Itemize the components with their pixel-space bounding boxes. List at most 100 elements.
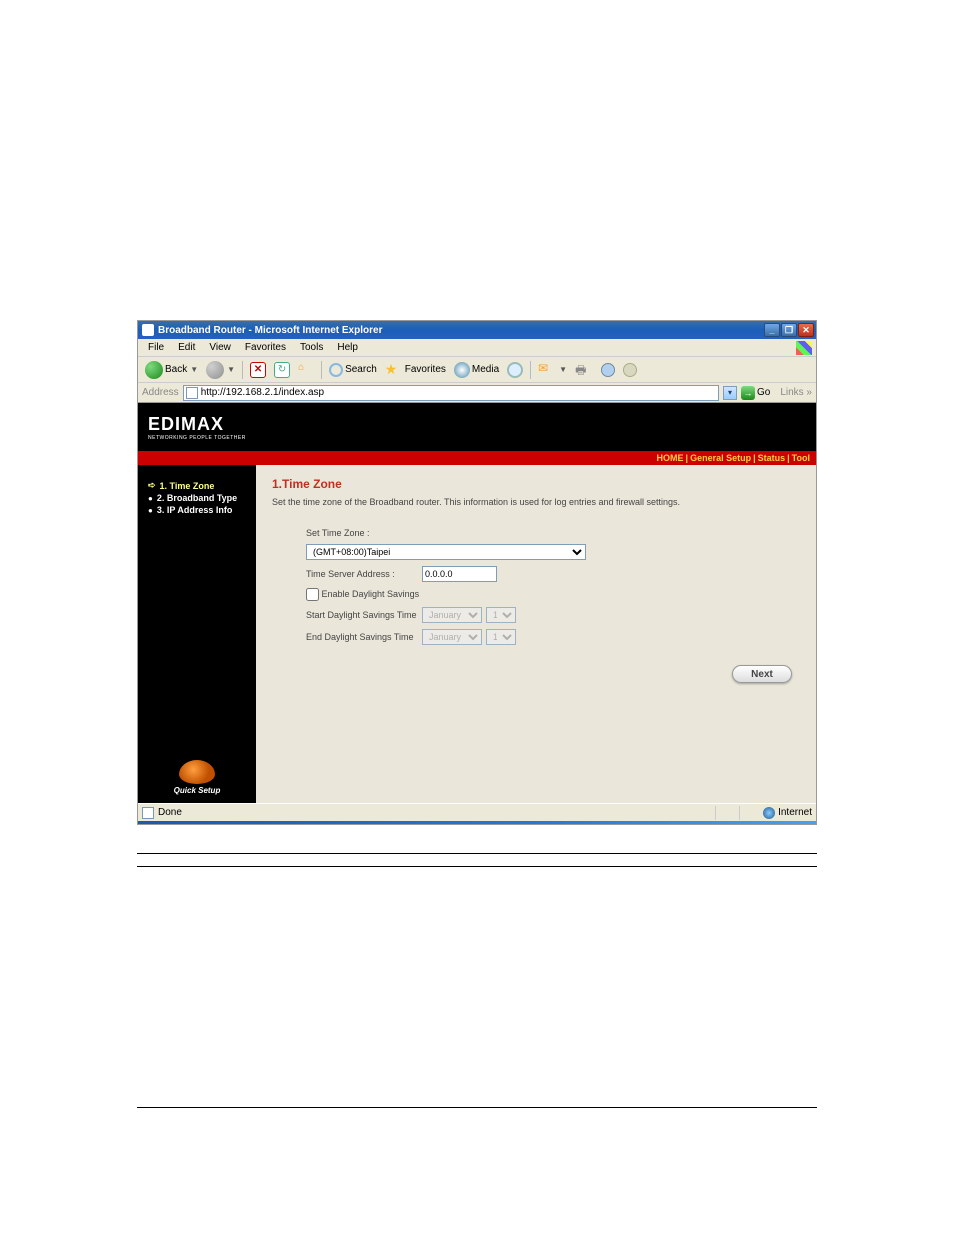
discuss-icon xyxy=(623,363,637,377)
maximize-button[interactable]: ❐ xyxy=(781,323,797,337)
favorites-button[interactable]: ★ Favorites xyxy=(382,359,449,381)
stop-button[interactable]: ✕ xyxy=(247,360,269,380)
internet-zone-icon xyxy=(763,807,775,819)
address-field[interactable]: http://192.168.2.1/index.asp xyxy=(183,385,719,401)
back-dropdown-icon[interactable]: ▼ xyxy=(190,365,198,374)
dst-end-day[interactable]: 1 xyxy=(486,629,516,645)
go-icon: → xyxy=(741,386,755,400)
address-url: http://192.168.2.1/index.asp xyxy=(201,387,324,398)
go-button[interactable]: → Go xyxy=(741,386,770,400)
dst-end-label: End Daylight Savings Time xyxy=(272,632,422,642)
page-separator xyxy=(137,866,817,867)
links-label[interactable]: Links » xyxy=(780,387,812,398)
refresh-icon: ↻ xyxy=(274,362,290,378)
page-description: Set the time zone of the Broadband route… xyxy=(272,497,800,507)
status-cell xyxy=(739,806,759,820)
quick-setup[interactable]: Quick Setup xyxy=(138,760,256,795)
search-button[interactable]: Search xyxy=(326,361,380,379)
status-text: Done xyxy=(158,807,182,818)
page-header: EDIMAX NETWORKING PEOPLE TOGETHER xyxy=(138,403,816,451)
page-content: EDIMAX NETWORKING PEOPLE TOGETHER HOME| … xyxy=(138,403,816,803)
next-button[interactable]: Next xyxy=(732,665,792,683)
nav-status[interactable]: Status xyxy=(758,453,786,463)
page-heading: 1.Time Zone xyxy=(272,477,800,491)
search-icon xyxy=(329,363,343,377)
media-icon xyxy=(454,362,470,378)
address-dropdown[interactable]: ▾ xyxy=(723,386,737,400)
time-server-input[interactable] xyxy=(422,566,497,582)
discuss-button[interactable] xyxy=(620,361,640,379)
ie-window: Broadband Router - Microsoft Internet Ex… xyxy=(137,320,817,825)
edit-icon xyxy=(601,363,615,377)
home-button[interactable]: ⌂ xyxy=(295,360,317,380)
page-separator xyxy=(137,853,817,854)
forward-dropdown-icon[interactable]: ▼ xyxy=(227,365,235,374)
star-icon: ★ xyxy=(385,361,403,379)
print-icon: 🖶 xyxy=(575,361,593,379)
sidebar-item-broadband[interactable]: 2. Broadband Type xyxy=(148,492,256,504)
sidebar: 1. Time Zone 2. Broadband Type 3. IP Add… xyxy=(138,465,256,803)
bullet-icon xyxy=(148,494,153,503)
history-button[interactable] xyxy=(504,360,526,380)
sidebar-item-ipaddress[interactable]: 3. IP Address Info xyxy=(148,504,256,516)
address-label: Address xyxy=(142,387,179,398)
status-cell xyxy=(715,806,735,820)
bullet-icon xyxy=(148,506,153,515)
main-panel: 1.Time Zone Set the time zone of the Bro… xyxy=(256,465,816,803)
quick-setup-icon xyxy=(179,760,215,784)
menu-favorites[interactable]: Favorites xyxy=(239,340,292,355)
menu-edit[interactable]: Edit xyxy=(172,340,201,355)
separator xyxy=(242,361,243,379)
nav-home[interactable]: HOME xyxy=(657,453,684,463)
forward-button[interactable]: ▼ xyxy=(203,359,238,381)
taskbar-edge xyxy=(138,821,816,824)
ie-icon xyxy=(142,324,154,336)
nav-tool[interactable]: Tool xyxy=(792,453,810,463)
menu-file[interactable]: File xyxy=(142,340,170,355)
nav-general[interactable]: General Setup xyxy=(690,453,751,463)
back-icon xyxy=(145,361,163,379)
home-icon: ⌂ xyxy=(298,362,314,378)
dst-start-day[interactable]: 1 xyxy=(486,607,516,623)
separator xyxy=(321,361,322,379)
address-bar: Address http://192.168.2.1/index.asp ▾ →… xyxy=(138,383,816,403)
close-button[interactable]: ✕ xyxy=(798,323,814,337)
dst-end-month[interactable]: January xyxy=(422,629,482,645)
history-icon xyxy=(507,362,523,378)
menu-bar: File Edit View Favorites Tools Help xyxy=(138,339,816,357)
page-icon xyxy=(186,387,198,399)
toolbar: Back ▼ ▼ ✕ ↻ ⌂ Search ★ Favorites Med xyxy=(138,357,816,383)
page-status-icon xyxy=(142,807,154,819)
forward-icon xyxy=(206,361,224,379)
server-label: Time Server Address : xyxy=(272,569,422,579)
separator xyxy=(530,361,531,379)
edit-button[interactable] xyxy=(598,361,618,379)
brand-logo: EDIMAX NETWORKING PEOPLE TOGETHER xyxy=(148,414,246,441)
dst-start-month[interactable]: January xyxy=(422,607,482,623)
refresh-button[interactable]: ↻ xyxy=(271,360,293,380)
dst-enable-checkbox[interactable] xyxy=(306,588,319,601)
title-bar: Broadband Router - Microsoft Internet Ex… xyxy=(138,321,816,339)
print-button[interactable]: 🖶 xyxy=(572,359,596,381)
dst-start-label: Start Daylight Savings Time xyxy=(272,610,422,620)
status-bar: Done Internet xyxy=(138,803,816,821)
top-nav: HOME| General Setup| Status| Tool xyxy=(138,451,816,465)
stop-icon: ✕ xyxy=(250,362,266,378)
windows-logo-icon xyxy=(796,341,812,355)
menu-help[interactable]: Help xyxy=(331,340,364,355)
mail-button[interactable]: ✉▼ xyxy=(535,359,570,381)
menu-tools[interactable]: Tools xyxy=(294,340,329,355)
back-button[interactable]: Back ▼ xyxy=(142,359,201,381)
timezone-select[interactable]: (GMT+08:00)Taipei xyxy=(306,544,586,560)
minimize-button[interactable]: _ xyxy=(764,323,780,337)
window-title: Broadband Router - Microsoft Internet Ex… xyxy=(158,325,764,336)
page-separator xyxy=(137,1107,817,1108)
dst-enable-label: Enable Daylight Savings xyxy=(322,589,420,599)
set-timezone-label: Set Time Zone : xyxy=(272,528,422,538)
media-button[interactable]: Media xyxy=(451,360,502,380)
arrow-icon xyxy=(148,480,156,491)
mail-icon: ✉ xyxy=(538,361,556,379)
menu-view[interactable]: View xyxy=(203,340,237,355)
security-zone: Internet xyxy=(763,807,812,819)
sidebar-item-timezone[interactable]: 1. Time Zone xyxy=(148,479,256,492)
